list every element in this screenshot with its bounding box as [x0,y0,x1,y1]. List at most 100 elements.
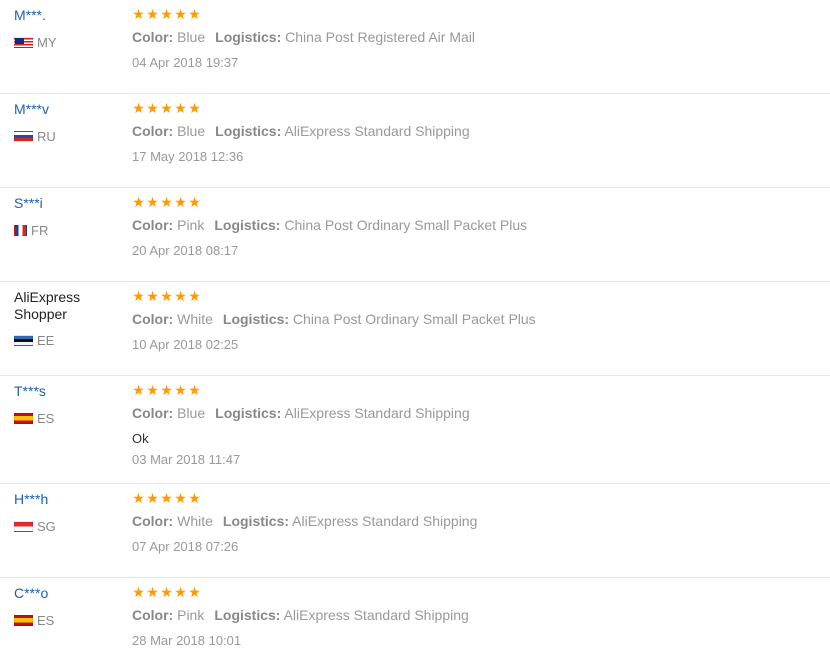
star-icon: ★ [188,288,201,304]
buyer-country: SG [14,519,56,534]
star-icon: ★ [188,382,201,398]
star-icon: ★ [132,100,145,116]
color-value: Pink [177,217,205,233]
country-code: EE [37,333,55,348]
star-icon: ★ [174,194,187,210]
star-rating: ★ ★ ★ ★ ★ [132,6,201,22]
review-date: 28 Mar 2018 10:01 [132,633,242,648]
buyer-country: ES [14,613,54,628]
star-icon: ★ [174,6,187,22]
buyer-name-link[interactable]: H***h [14,491,48,508]
logistics-label: Logistics: [222,513,290,529]
color-label: Color: [132,405,174,421]
star-icon: ★ [188,490,201,506]
star-icon: ★ [146,490,159,506]
star-icon: ★ [174,490,187,506]
logistics-label: Logistics: [215,123,282,139]
color-value: Blue [177,123,206,139]
review-item: M***. MY ★ ★ ★ ★ ★ Color: Blue Logistics: China … [0,0,830,94]
star-icon: ★ [146,584,159,600]
color-label: Color: [132,29,174,45]
star-rating: ★ ★ ★ ★ ★ [132,100,201,116]
logistics-value: AliExpress Standard Shipping [292,513,478,529]
review-item: T***s ES ★ ★ ★ ★ ★ Color: Blue Logistics: AliExp… [0,376,830,484]
buyer-name-link[interactable]: M***. [14,7,46,24]
review-item: M***v RU ★ ★ ★ ★ ★ Color: Blue Logistics: AliExp… [0,94,830,188]
review-date: 07 Apr 2018 07:26 [132,539,239,554]
order-attributes: Color: Blue Logistics: AliExpress Standar… [132,405,470,421]
star-icon: ★ [146,288,159,304]
star-icon: ★ [160,490,173,506]
star-icon: ★ [132,584,145,600]
star-icon: ★ [174,288,187,304]
order-attributes: Color: White Logistics: China Post Ordina… [132,311,536,327]
review-date: 03 Mar 2018 11:47 [132,452,241,467]
buyer-name-link[interactable]: C***o [14,585,48,602]
star-icon: ★ [132,490,145,506]
star-icon: ★ [188,6,201,22]
star-icon: ★ [174,584,187,600]
logistics-label: Logistics: [222,311,290,327]
star-rating: ★ ★ ★ ★ ★ [132,288,201,304]
logistics-value: AliExpress Standard Shipping [284,405,470,421]
buyer-name: AliExpress Shopper [14,289,81,322]
star-icon: ★ [174,382,187,398]
logistics-label: Logistics: [214,217,281,233]
color-label: Color: [132,217,174,233]
logistics-value: China Post Ordinary Small Packet Plus [284,217,528,233]
buyer-country: ES [14,411,54,426]
france-flag-icon [14,225,27,236]
logistics-value: AliExpress Standard Shipping [284,123,470,139]
spain-flag-icon [14,413,33,424]
buyer-name-link[interactable]: S***i [14,195,43,212]
review-date: 17 May 2018 12:36 [132,149,244,164]
order-attributes: Color: White Logistics: AliExpress Standa… [132,513,477,529]
star-rating: ★ ★ ★ ★ ★ [132,194,201,210]
star-icon: ★ [188,194,201,210]
country-code: SG [37,519,56,534]
review-date: 20 Apr 2018 08:17 [132,243,239,258]
color-value: White [177,513,213,529]
logistics-label: Logistics: [215,405,282,421]
color-value: Pink [177,607,205,623]
malaysia-flag-icon [14,37,33,48]
country-code: FR [31,223,49,238]
star-rating: ★ ★ ★ ★ ★ [132,382,201,398]
review-date: 04 Apr 2018 19:37 [132,55,239,70]
logistics-value: China Post Ordinary Small Packet Plus [292,311,536,327]
buyer-country: RU [14,129,56,144]
star-icon: ★ [132,288,145,304]
color-value: Blue [177,405,206,421]
buyer-name-link[interactable]: T***s [14,383,46,400]
review-item: AliExpress Shopper EE ★ ★ ★ ★ ★ Color: White Log… [0,282,830,376]
star-icon: ★ [132,6,145,22]
country-code: ES [37,613,55,628]
star-icon: ★ [160,194,173,210]
star-icon: ★ [146,194,159,210]
color-value: White [177,311,213,327]
star-icon: ★ [146,100,159,116]
estonia-flag-icon [14,335,33,346]
star-icon: ★ [188,584,201,600]
star-icon: ★ [160,100,173,116]
star-icon: ★ [160,6,173,22]
buyer-country: EE [14,333,54,348]
review-item: S***i FR ★ ★ ★ ★ ★ Color: Pink Logistics: China … [0,188,830,282]
review-list: M***. MY ★ ★ ★ ★ ★ Color: Blue Logistics: China … [0,0,830,663]
star-icon: ★ [146,382,159,398]
color-label: Color: [132,123,174,139]
color-label: Color: [132,607,174,623]
star-icon: ★ [188,100,201,116]
buyer-country: FR [14,223,48,238]
spain-flag-icon [14,615,33,626]
logistics-label: Logistics: [215,29,282,45]
review-date: 10 Apr 2018 02:25 [132,337,239,352]
star-icon: ★ [160,288,173,304]
country-code: RU [37,129,56,144]
star-icon: ★ [132,382,145,398]
singapore-flag-icon [14,521,33,532]
star-icon: ★ [160,382,173,398]
country-code: MY [37,35,57,50]
buyer-name-link[interactable]: M***v [14,101,49,118]
review-item: H***h SG ★ ★ ★ ★ ★ Color: White Logistics: AliEx… [0,484,830,578]
